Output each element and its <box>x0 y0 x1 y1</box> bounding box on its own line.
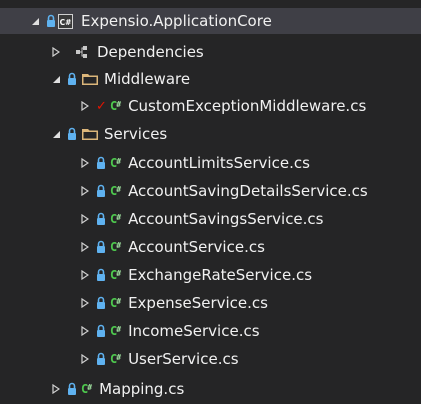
lock-icon <box>97 268 105 281</box>
csharp-file-icon: C# <box>81 382 92 396</box>
collapsed-arrow-icon[interactable] <box>49 384 63 394</box>
lock-icon <box>97 352 105 365</box>
solution-explorer-tree: C# Expensio.ApplicationCore Dependencies… <box>0 0 421 404</box>
tree-item-file[interactable]: C# IncomeService.cs <box>0 318 421 344</box>
tree-item-file[interactable]: C# ExchangeRateService.cs <box>0 262 421 288</box>
expanded-arrow-icon[interactable] <box>49 130 63 139</box>
lock-icon <box>68 382 76 395</box>
file-label: AccountLimitsService.cs <box>128 154 310 172</box>
dependencies-label: Dependencies <box>97 43 204 61</box>
folder-icon <box>82 129 98 140</box>
tree-item-file[interactable]: C# AccountService.cs <box>0 234 421 260</box>
dependencies-icon <box>76 46 87 58</box>
collapsed-arrow-icon[interactable] <box>78 101 92 111</box>
pending-edit-check-icon: ✓ <box>96 98 107 114</box>
expanded-arrow-icon[interactable] <box>49 75 63 84</box>
file-label: AccountSavingDetailsService.cs <box>128 182 368 200</box>
lock-icon <box>97 156 105 169</box>
lock-icon <box>97 296 105 309</box>
svg-text:C#: C# <box>60 18 72 27</box>
csharp-file-icon: C# <box>110 296 121 310</box>
collapsed-arrow-icon[interactable] <box>78 186 92 196</box>
file-label: AccountService.cs <box>128 238 265 256</box>
csharp-file-icon: C# <box>110 240 121 254</box>
tree-item-dependencies[interactable]: Dependencies <box>0 39 421 65</box>
csharp-file-icon: C# <box>110 212 121 226</box>
csharp-file-icon: C# <box>110 156 121 170</box>
lock-icon <box>68 72 76 85</box>
collapsed-arrow-icon[interactable] <box>78 270 92 280</box>
lock-icon <box>97 324 105 337</box>
project-label: Expensio.ApplicationCore <box>81 12 272 30</box>
tree-item-file[interactable]: C# ExpenseService.cs <box>0 290 421 316</box>
lock-icon <box>68 127 76 140</box>
expanded-arrow-icon[interactable] <box>28 17 42 26</box>
csharp-file-icon: C# <box>110 268 121 282</box>
csharp-file-icon: C# <box>110 352 121 366</box>
tree-item-project[interactable]: C# Expensio.ApplicationCore <box>0 8 421 34</box>
tree-item-file[interactable]: C# UserService.cs <box>0 346 421 372</box>
collapsed-arrow-icon[interactable] <box>78 242 92 252</box>
csharp-project-icon: C# <box>58 13 73 29</box>
file-label: IncomeService.cs <box>128 322 260 340</box>
file-label: Mapping.cs <box>99 380 185 398</box>
tree-item-file[interactable]: C# AccountSavingsService.cs <box>0 206 421 232</box>
lock-icon <box>97 212 105 225</box>
tree-item-file[interactable]: ✓ C# CustomExceptionMiddleware.cs <box>0 93 421 119</box>
collapsed-arrow-icon[interactable] <box>78 214 92 224</box>
tree-item-file[interactable]: C# AccountLimitsService.cs <box>0 150 421 176</box>
tree-item-file[interactable]: C# Mapping.cs <box>0 376 421 402</box>
collapsed-arrow-icon[interactable] <box>78 298 92 308</box>
middleware-folder-label: Middleware <box>104 70 191 88</box>
lock-icon <box>47 14 55 27</box>
collapsed-arrow-icon[interactable] <box>49 47 63 57</box>
collapsed-arrow-icon[interactable] <box>78 354 92 364</box>
lock-icon <box>97 240 105 253</box>
services-folder-label: Services <box>104 125 168 143</box>
csharp-file-icon: C# <box>110 184 121 198</box>
file-label: CustomExceptionMiddleware.cs <box>128 97 367 115</box>
csharp-file-icon: C# <box>110 324 121 338</box>
folder-icon <box>82 74 98 85</box>
lock-icon <box>97 184 105 197</box>
file-label: ExchangeRateService.cs <box>128 266 313 284</box>
file-label: ExpenseService.cs <box>128 294 268 312</box>
file-label: UserService.cs <box>128 350 239 368</box>
collapsed-arrow-icon[interactable] <box>78 326 92 336</box>
csharp-file-icon: C# <box>110 99 121 113</box>
file-label: AccountSavingsService.cs <box>128 210 324 228</box>
tree-item-middleware-folder[interactable]: Middleware <box>0 66 421 92</box>
tree-item-file[interactable]: C# AccountSavingDetailsService.cs <box>0 178 421 204</box>
tree-item-services-folder[interactable]: Services <box>0 121 421 147</box>
collapsed-arrow-icon[interactable] <box>78 158 92 168</box>
